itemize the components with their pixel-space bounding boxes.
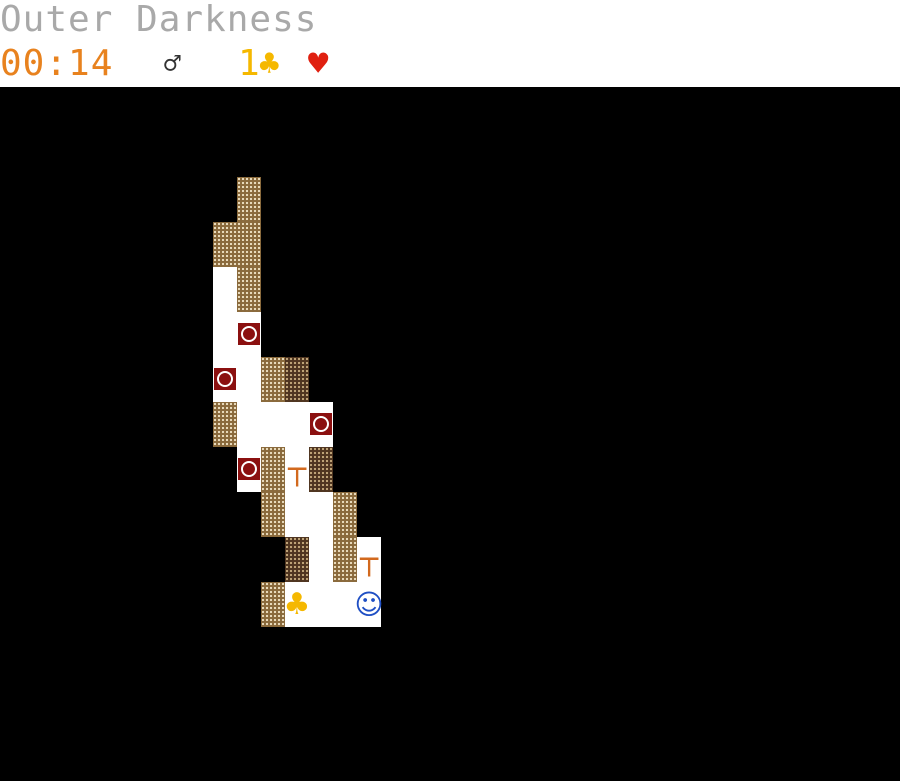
- level-title: Outer Darkness: [0, 0, 318, 40]
- heart-icon: ♥: [308, 44, 329, 84]
- boulder-icon[interactable]: [238, 458, 260, 480]
- floor-tile: ☺: [354, 582, 384, 627]
- wall-tile: [333, 492, 357, 537]
- floor-tile: [309, 402, 333, 447]
- player-smiley-icon[interactable]: ☺: [354, 582, 383, 627]
- wall-tile: [333, 537, 357, 582]
- boulder-icon[interactable]: [310, 413, 332, 435]
- wall-tile: [261, 447, 285, 492]
- wall-tile: [213, 222, 237, 267]
- floor-tile: [309, 582, 333, 627]
- gate-icon[interactable]: ┬: [357, 537, 381, 582]
- boulder-icon[interactable]: [214, 368, 236, 390]
- wall-tile: [261, 582, 285, 627]
- elapsed-timer: 00:14: [0, 43, 114, 84]
- floor-tile: [285, 402, 309, 447]
- floor-tile: [237, 447, 261, 492]
- floor-tile: [213, 267, 237, 312]
- wall-tile-dark: [285, 357, 309, 402]
- gate-icon[interactable]: ┬: [285, 447, 309, 492]
- club-icon[interactable]: ♣: [284, 582, 311, 627]
- floor-tile: [309, 537, 333, 582]
- status-header: Outer Darkness 00:14 ♂ 1 ♣ ♥: [0, 0, 900, 87]
- clubs-count: 1: [238, 43, 260, 84]
- wall-tile: [237, 267, 261, 312]
- floor-tile: [285, 492, 309, 537]
- game-map[interactable]: ┬ ┬ ♣ ☺: [0, 87, 900, 781]
- floor-tile: [333, 582, 357, 627]
- boulder-icon[interactable]: [238, 323, 260, 345]
- wall-tile: [261, 492, 285, 537]
- floor-tile: [261, 402, 285, 447]
- wall-tile: [261, 357, 285, 402]
- floor-tile: ┬: [285, 447, 309, 492]
- club-icon: ♣: [259, 44, 280, 84]
- floor-tile: ♣: [284, 582, 311, 627]
- wall-tile: [213, 402, 237, 447]
- wall-tile-dark: [285, 537, 309, 582]
- floor-tile: [237, 357, 261, 402]
- floor-tile: [237, 312, 261, 357]
- wall-tile: [237, 222, 261, 267]
- floor-tile: [213, 312, 237, 357]
- male-icon: ♂: [164, 47, 181, 80]
- floor-tile: [237, 402, 261, 447]
- floor-tile: ┬: [357, 537, 381, 582]
- wall-tile-dark: [309, 447, 333, 492]
- floor-tile: [213, 357, 237, 402]
- wall-tile: [237, 177, 261, 222]
- floor-tile: [309, 492, 333, 537]
